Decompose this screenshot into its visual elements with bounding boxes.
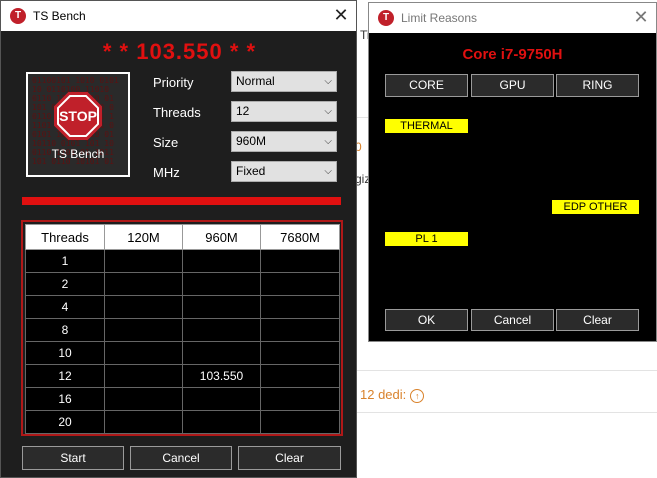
table-cell: 12: [25, 364, 105, 388]
table-cell: [182, 295, 261, 319]
table-cell: [260, 295, 340, 319]
ts-bench-logo: 01100101 1010 0101 10 0110100 11010 0110…: [26, 72, 130, 177]
gpu-button[interactable]: GPU: [471, 74, 554, 97]
table-cell: [104, 272, 183, 296]
table-cell: 8: [25, 318, 105, 342]
table-cell: [182, 341, 261, 365]
table-cell: [182, 387, 261, 411]
thermal-indicator: THERMAL: [385, 119, 468, 133]
table-row: 8: [25, 318, 340, 342]
table-cell: 1: [25, 249, 105, 273]
ts-bench-titlebar[interactable]: T TS Bench ✕: [1, 1, 356, 31]
limit-reasons-titlebar[interactable]: T Limit Reasons ✕: [369, 3, 656, 33]
logo-caption: TS Bench: [51, 147, 105, 161]
cancel-button[interactable]: Cancel: [471, 309, 554, 331]
table-cell: [260, 364, 340, 388]
table-cell: [104, 249, 183, 273]
ring-button[interactable]: RING: [556, 74, 639, 97]
table-cell: [104, 387, 183, 411]
table-row: 2: [25, 272, 340, 296]
table-cell: [260, 318, 340, 342]
progress-bar: [22, 197, 341, 205]
clear-button[interactable]: Clear: [238, 446, 341, 470]
results-table-frame: Threads 120M 960M 7680M 1 2 4 8 10 12 103…: [21, 220, 343, 436]
column-header: 120M: [104, 224, 183, 250]
close-icon[interactable]: ✕: [326, 1, 356, 31]
table-cell: [260, 410, 340, 434]
table-row: 16: [25, 387, 340, 411]
mhz-select[interactable]: Fixed ⌵: [231, 161, 337, 182]
table-cell: 103.550: [182, 364, 261, 388]
priority-label: Priority: [153, 75, 194, 90]
cancel-button[interactable]: Cancel: [130, 446, 232, 470]
divider: [357, 412, 657, 413]
table-cell: [182, 249, 261, 273]
column-header: 7680M: [260, 224, 340, 250]
size-select[interactable]: 960M ⌵: [231, 131, 337, 152]
window-title: Limit Reasons: [401, 11, 478, 25]
size-label: Size: [153, 135, 179, 150]
cpu-name: Core i7-9750H: [462, 46, 563, 63]
column-header: Threads: [25, 224, 105, 250]
column-header: 960M: [182, 224, 261, 250]
table-cell: [104, 410, 183, 434]
table-cell: 10: [25, 341, 105, 365]
table-cell: 16: [25, 387, 105, 411]
start-button[interactable]: Start: [22, 446, 124, 470]
table-cell: [260, 272, 340, 296]
pl1-indicator: PL 1: [385, 232, 468, 246]
score-display: * * 103.550 * *: [102, 39, 257, 64]
arrow-up-circle-icon[interactable]: ↑: [410, 388, 425, 403]
table-cell: [182, 410, 261, 434]
table-cell: [260, 341, 340, 365]
table-cell: [104, 318, 183, 342]
close-icon[interactable]: ✕: [626, 3, 656, 33]
quote-label: 12 dedi:: [360, 387, 407, 402]
app-logo-icon: T: [378, 10, 394, 26]
table-cell: [260, 249, 340, 273]
app-logo-icon: T: [10, 8, 26, 24]
ts-bench-window: T TS Bench ✕ * * 103.550 * * 01100101 10…: [0, 0, 357, 478]
chevron-down-icon: ⌵: [324, 166, 332, 177]
threads-label: Threads: [153, 105, 201, 120]
mhz-value: Fixed: [236, 164, 266, 178]
table-cell: [104, 295, 183, 319]
table-row: 1: [25, 249, 340, 273]
core-button[interactable]: CORE: [385, 74, 468, 97]
divider: [357, 370, 657, 371]
table-row: 20: [25, 410, 340, 434]
threads-select[interactable]: 12 ⌵: [231, 101, 337, 122]
window-title: TS Bench: [33, 9, 86, 23]
table-cell: [182, 272, 261, 296]
table-cell: 20: [25, 410, 105, 434]
table-row: 4: [25, 295, 340, 319]
table-row: 10: [25, 341, 340, 365]
table-cell: [104, 364, 183, 388]
mhz-label: MHz: [153, 165, 180, 180]
priority-value: Normal: [236, 74, 275, 88]
table-cell: 2: [25, 272, 105, 296]
table-cell: 4: [25, 295, 105, 319]
table-cell: [260, 387, 340, 411]
results-table: Threads 120M 960M 7680M 1 2 4 8 10 12 103…: [25, 224, 340, 434]
size-value: 960M: [236, 134, 267, 148]
chevron-down-icon: ⌵: [324, 106, 332, 117]
table-row: 12 103.550: [25, 364, 340, 388]
edp-other-indicator: EDP OTHER: [552, 200, 639, 214]
chevron-down-icon: ⌵: [324, 136, 332, 147]
chevron-down-icon: ⌵: [324, 76, 332, 87]
threads-value: 12: [236, 104, 250, 118]
table-cell: [182, 318, 261, 342]
table-header-row: Threads 120M 960M 7680M: [25, 224, 340, 250]
priority-select[interactable]: Normal ⌵: [231, 71, 337, 92]
quote-link[interactable]: 12 dedi: ↑: [360, 387, 425, 403]
clear-button[interactable]: Clear: [556, 309, 639, 331]
table-cell: [104, 341, 183, 365]
limit-reasons-window: T Limit Reasons ✕ Core i7-9750H CORE GPU…: [368, 2, 657, 342]
ok-button[interactable]: OK: [385, 309, 468, 331]
